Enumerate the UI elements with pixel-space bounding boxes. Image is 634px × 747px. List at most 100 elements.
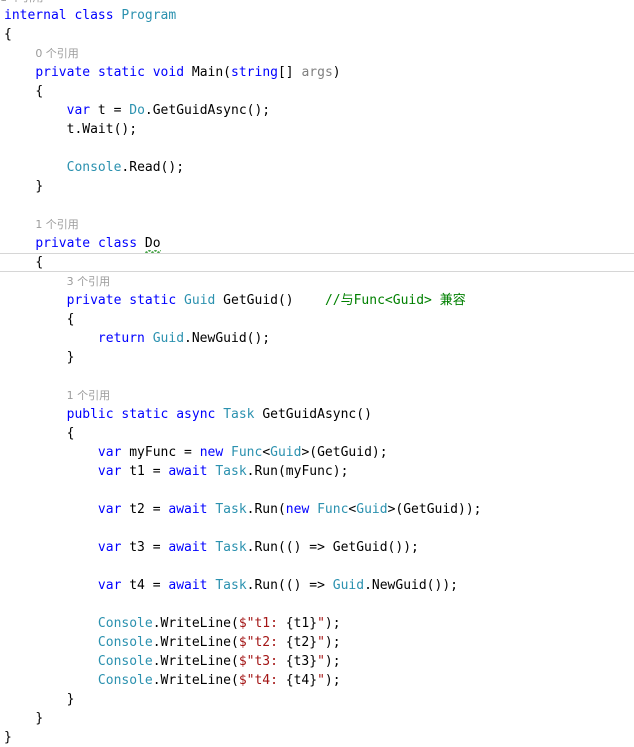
code-token-txt: } bbox=[4, 730, 12, 745]
code-token-kw: static bbox=[121, 407, 177, 422]
code-line[interactable]: { bbox=[0, 253, 634, 272]
code-line[interactable]: Console.WriteLine($"t3: {t3}"); bbox=[0, 652, 634, 671]
code-token-type: Guid bbox=[184, 293, 216, 308]
codelens-annotation[interactable]: 3 个引用 bbox=[0, 272, 634, 291]
code-token-str: " bbox=[317, 616, 325, 631]
codelens-label[interactable]: 1 个引用 bbox=[35, 218, 79, 231]
codelens-annotation[interactable]: 1 个引用 bbox=[0, 0, 44, 5]
code-line[interactable]: t.Wait(); bbox=[0, 120, 634, 139]
code-line-blank[interactable] bbox=[0, 196, 634, 215]
code-token-txt: .Run(myFunc); bbox=[246, 464, 349, 479]
code-token-txt: t4 = bbox=[121, 578, 169, 593]
code-line[interactable]: var t = Do.GetGuidAsync(); bbox=[0, 101, 634, 120]
code-token-txt: {t2} bbox=[285, 635, 318, 650]
code-token-txt: .Run( bbox=[246, 502, 286, 517]
code-token-type: Guid bbox=[332, 578, 365, 593]
code-token-txt: .Run(() => bbox=[246, 578, 333, 593]
code-token-txt: .WriteLine( bbox=[152, 616, 239, 631]
code-line[interactable]: private class Do bbox=[0, 234, 634, 253]
code-token-txt: ); bbox=[324, 616, 341, 631]
code-token-str: $"t1: bbox=[238, 616, 286, 631]
code-token-kw: private bbox=[35, 236, 98, 251]
code-editor-surface[interactable]: 1 个引用 internal class Program { 0 个引用 priv… bbox=[0, 0, 634, 745]
code-token-txt: t1 = bbox=[121, 464, 169, 479]
code-token-kw: var bbox=[97, 502, 122, 517]
code-token-type: Task bbox=[215, 464, 247, 479]
code-token-txt: .NewGuid(); bbox=[184, 331, 271, 346]
code-token-type: Guid bbox=[152, 331, 185, 346]
code-token-kw: var bbox=[97, 445, 122, 460]
code-line-blank[interactable] bbox=[0, 139, 634, 158]
code-token-txt: .WriteLine( bbox=[152, 673, 239, 688]
code-token-kw: var bbox=[66, 103, 91, 118]
code-line[interactable]: var t2 = await Task.Run(new Func<Guid>(G… bbox=[0, 500, 634, 519]
code-line[interactable]: } bbox=[0, 709, 634, 728]
code-token-txt: GetGuid() bbox=[215, 293, 294, 308]
code-token-txt: .Run(() => GetGuid()); bbox=[246, 540, 419, 555]
code-token-txt: .NewGuid()); bbox=[364, 578, 458, 593]
code-token-kw: void bbox=[152, 65, 192, 80]
code-lines-container[interactable]: internal class Program { 0 个引用 private st… bbox=[0, 6, 634, 747]
code-token-type: Func bbox=[317, 502, 349, 517]
code-token-str: $"t2: bbox=[238, 635, 286, 650]
code-line[interactable]: var myFunc = new Func<Guid>(GetGuid); bbox=[0, 443, 634, 462]
code-token-type: Task bbox=[223, 407, 255, 422]
code-token-txt: t2 = bbox=[121, 502, 169, 517]
code-token-txt: myFunc = bbox=[121, 445, 200, 460]
code-line[interactable]: { bbox=[0, 25, 634, 44]
codelens-annotation[interactable]: 1 个引用 bbox=[0, 386, 634, 405]
code-line[interactable]: Console.WriteLine($"t1: {t1}"); bbox=[0, 614, 634, 633]
code-token-txt: t.Wait(); bbox=[66, 122, 138, 137]
code-line[interactable]: var t4 = await Task.Run(() => Guid.NewGu… bbox=[0, 576, 634, 595]
code-line[interactable]: { bbox=[0, 310, 634, 329]
codelens-label[interactable]: 0 个引用 bbox=[35, 47, 79, 60]
code-token-type: Guid bbox=[356, 502, 388, 517]
code-line[interactable]: internal class Program bbox=[0, 6, 634, 25]
code-line-blank[interactable] bbox=[0, 367, 634, 386]
code-token-txt: { bbox=[35, 84, 44, 99]
code-line[interactable]: var t3 = await Task.Run(() => GetGuid())… bbox=[0, 538, 634, 557]
code-token-txt: ) bbox=[332, 65, 341, 80]
code-token-kw: private bbox=[66, 293, 130, 308]
code-line[interactable]: private static void Main(string[] args) bbox=[0, 63, 634, 82]
code-line-blank[interactable] bbox=[0, 557, 634, 576]
code-token-kw: var bbox=[97, 540, 122, 555]
code-token-str: $"t3: bbox=[238, 654, 286, 669]
code-line-blank[interactable] bbox=[0, 519, 634, 538]
code-token-kw: await bbox=[168, 578, 216, 593]
code-token-kw: string bbox=[231, 65, 278, 80]
code-token-txt: >(GetGuid)); bbox=[387, 502, 482, 517]
code-line[interactable]: } bbox=[0, 690, 634, 709]
code-token-kw: async bbox=[176, 407, 224, 422]
code-line-blank[interactable] bbox=[0, 595, 634, 614]
code-token-kw: return bbox=[97, 331, 153, 346]
code-token-kw: static bbox=[129, 293, 185, 308]
code-line[interactable]: } bbox=[0, 728, 634, 747]
code-line-blank[interactable] bbox=[0, 481, 634, 500]
codelens-label[interactable]: 1 个引用 bbox=[67, 389, 111, 402]
code-line[interactable]: Console.Read(); bbox=[0, 158, 634, 177]
codelens-annotation[interactable]: 1 个引用 bbox=[0, 215, 634, 234]
codelens-annotation[interactable]: 0 个引用 bbox=[0, 44, 634, 63]
code-line[interactable]: private static Guid GetGuid() //与Func<Gu… bbox=[0, 291, 634, 310]
codelens-label[interactable]: 3 个引用 bbox=[67, 275, 111, 288]
code-line[interactable]: } bbox=[0, 177, 634, 196]
code-token-type: Task bbox=[215, 502, 247, 517]
code-token-txt: { bbox=[66, 426, 75, 441]
code-line[interactable]: var t1 = await Task.Run(myFunc); bbox=[0, 462, 634, 481]
code-token-txt: t = bbox=[90, 103, 130, 118]
code-line[interactable]: { bbox=[0, 82, 634, 101]
code-line[interactable]: { bbox=[0, 424, 634, 443]
code-line[interactable]: } bbox=[0, 348, 634, 367]
code-line[interactable]: public static async Task GetGuidAsync() bbox=[0, 405, 634, 424]
code-token-txt: ); bbox=[324, 654, 341, 669]
code-line[interactable]: Console.WriteLine($"t4: {t4}"); bbox=[0, 671, 634, 690]
code-token-str: " bbox=[317, 654, 325, 669]
code-token-type: Console bbox=[97, 635, 153, 650]
code-token-str: " bbox=[317, 673, 325, 688]
code-token-txt: {t4} bbox=[285, 673, 318, 688]
code-token-type: Task bbox=[215, 540, 247, 555]
code-line[interactable]: Console.WriteLine($"t2: {t2}"); bbox=[0, 633, 634, 652]
code-token-kw: public bbox=[66, 407, 122, 422]
code-line[interactable]: return Guid.NewGuid(); bbox=[0, 329, 634, 348]
